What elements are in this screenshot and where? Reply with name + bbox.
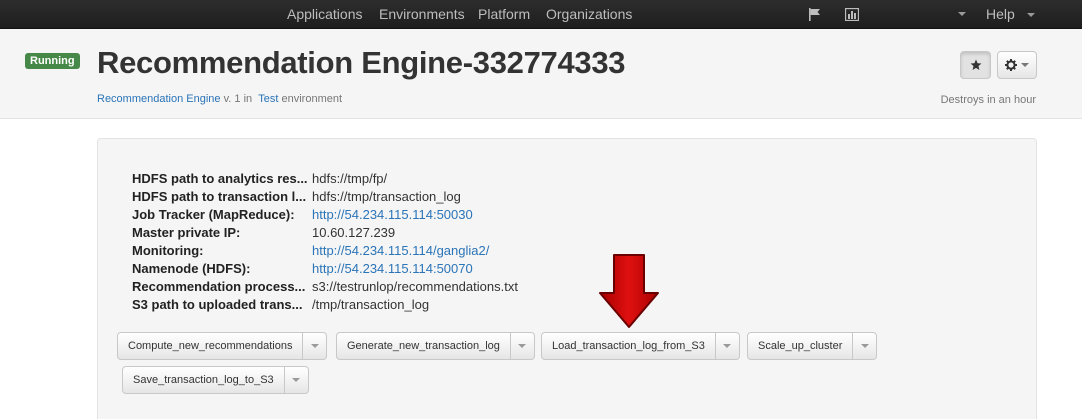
action-button[interactable]: Generate_new_transaction_log [336,332,511,360]
property-label: S3 path to uploaded trans... [132,297,303,312]
action-dropdown-toggle[interactable] [715,332,740,360]
action-dropdown-toggle[interactable] [284,366,309,394]
property-row: Monitoring: http://54.234.115.114/gangli… [132,242,518,260]
settings-menu-button[interactable] [997,51,1037,79]
property-row: Master private IP: 10.60.127.239 [132,224,518,242]
property-value: hdfs://tmp/transaction_log [312,189,461,204]
action-generate-new-transaction-log: Generate_new_transaction_log [336,332,535,360]
namenode-link[interactable]: http://54.234.115.114:50070 [312,260,473,278]
gear-icon [1005,59,1017,71]
property-value: s3://testrunlop/recommendations.txt [312,279,518,294]
property-label: Recommendation process... [132,279,306,294]
status-badge: Running [25,53,80,69]
page-title: Recommendation Engine-332774333 [97,45,626,80]
chevron-down-icon [860,344,869,348]
flag-icon[interactable] [808,8,822,21]
property-row: Recommendation process... s3://testrunlo… [132,278,518,296]
action-dropdown-toggle[interactable] [853,332,878,360]
properties-list: HDFS path to analytics res... hdfs://tmp… [132,170,518,314]
help-caret-icon [1026,13,1035,18]
property-label: Monitoring: [132,243,204,258]
action-load-transaction-log-from-s3: Load_transaction_log_from_S3 [541,332,740,360]
chevron-down-icon [723,344,732,348]
chevron-down-icon [518,344,527,348]
property-row: HDFS path to analytics res... hdfs://tmp… [132,170,518,188]
red-arrow-icon [599,254,659,328]
action-save-transaction-log-to-s3: Save_transaction_log_to_S3 [122,366,309,394]
help-label: Help [986,6,1015,22]
star-icon [970,59,981,70]
chevron-down-icon [292,378,301,382]
property-label: HDFS path to analytics res... [132,171,308,186]
nav-environments[interactable]: Environments [379,0,465,29]
chevron-down-icon [1021,63,1029,67]
action-compute-new-recommendations: Compute_new_recommendations [117,332,328,360]
nav-organizations[interactable]: Organizations [546,0,632,29]
action-button[interactable]: Load_transaction_log_from_S3 [541,332,716,360]
action-button[interactable]: Scale_up_cluster [747,332,854,360]
action-dropdown-toggle[interactable] [303,332,328,360]
top-navbar: Applications Environments Platform Organ… [0,0,1082,29]
help-menu[interactable]: Help [986,0,1035,29]
action-scale-up-cluster: Scale_up_cluster [747,332,878,360]
chevron-down-icon [310,344,319,348]
version-text: v. 1 in [223,93,253,105]
job-tracker-link[interactable]: http://54.234.115.114:50030 [312,206,473,224]
property-row: S3 path to uploaded trans... /tmp/transa… [132,296,518,314]
nav-platform[interactable]: Platform [478,0,530,29]
property-label: Job Tracker (MapReduce): [132,207,295,222]
user-menu-caret-icon[interactable] [958,12,966,16]
environment-link[interactable]: Test [258,93,278,105]
property-row: HDFS path to transaction l... hdfs://tmp… [132,188,518,206]
property-label: Namenode (HDFS): [132,261,251,276]
environment-suffix: environment [281,93,343,105]
property-value: hdfs://tmp/fp/ [312,171,388,186]
chart-icon[interactable] [845,8,859,21]
property-row: Job Tracker (MapReduce): http://54.234.1… [132,206,518,224]
destroy-timer: Destroys in an hour [940,94,1036,106]
instance-header: Running Recommendation Engine-332774333 … [0,29,1082,119]
property-label: HDFS path to transaction l... [132,189,307,204]
action-dropdown-toggle[interactable] [510,332,535,360]
instance-subline: Recommendation Engine v. 1 in Test envir… [97,93,342,105]
property-row: Namenode (HDFS): http://54.234.115.114:5… [132,260,518,278]
monitoring-link[interactable]: http://54.234.115.114/ganglia2/ [312,242,489,260]
nav-applications[interactable]: Applications [287,0,363,29]
action-button[interactable]: Compute_new_recommendations [117,332,304,360]
property-value: 10.60.127.239 [312,225,396,240]
property-label: Master private IP: [132,225,241,240]
favorite-button[interactable] [960,51,991,79]
application-link[interactable]: Recommendation Engine [97,93,221,105]
action-button[interactable]: Save_transaction_log_to_S3 [122,366,285,394]
property-value: /tmp/transaction_log [312,297,430,312]
